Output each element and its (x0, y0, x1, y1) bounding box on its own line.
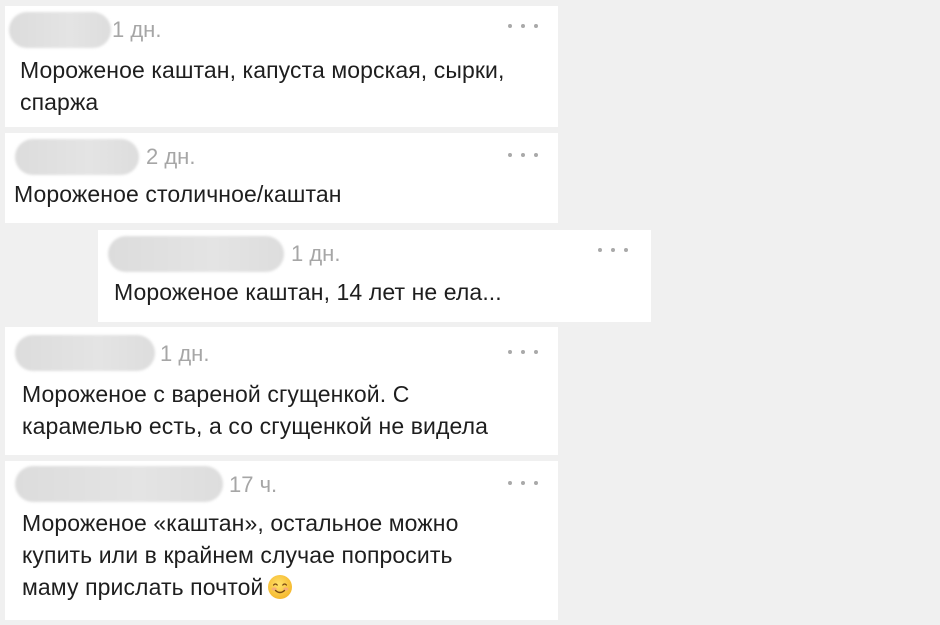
comment-text: Мороженое каштан, капуста морская, сырки… (20, 54, 550, 118)
comment-card-reply: 1 дн. Мороженое каштан, 14 лет не ела... (98, 230, 651, 322)
comment-text-line: Мороженое «каштан», остальное можно (22, 510, 459, 536)
comment-card: 1 дн. Мороженое каштан, капуста морская,… (5, 6, 558, 127)
smiling-face-emoji (267, 574, 293, 608)
comment-text-line: маму прислать почтой (22, 574, 264, 600)
author-name-blurred[interactable] (15, 335, 155, 371)
more-options-icon[interactable] (598, 240, 628, 260)
comment-text-line-with-emoji: маму прислать почтой (22, 571, 552, 608)
comment-text-line: Мороженое каштан, 14 лет не ела... (114, 279, 502, 305)
comment-text: Мороженое «каштан», остальное можно купи… (22, 507, 552, 608)
comment-timestamp: 1 дн. (160, 341, 210, 366)
comment-timestamp: 2 дн. (146, 144, 196, 169)
comment-text: Мороженое с вареной сгущенкой. С карамел… (22, 378, 552, 442)
comment-timestamp: 1 дн. (112, 17, 162, 42)
author-name-blurred[interactable] (15, 139, 139, 175)
comment-card: 17 ч. Мороженое «каштан», остальное можн… (5, 461, 558, 620)
author-name-blurred[interactable] (15, 466, 223, 502)
comment-text: Мороженое столичное/каштан (14, 178, 544, 210)
comment-text-line: спаржа (20, 89, 99, 115)
comment-text-line: Мороженое столичное/каштан (14, 181, 342, 207)
author-name-blurred[interactable] (108, 236, 284, 272)
comment-text-line: карамелью есть, а со сгущенкой не видела (22, 413, 489, 439)
more-options-icon[interactable] (508, 16, 538, 36)
comment-text-line: Мороженое каштан, капуста морская, сырки… (20, 57, 505, 83)
author-name-blurred[interactable] (9, 12, 111, 48)
comment-text-line: купить или в крайнем случае попросить (22, 542, 453, 568)
comment-timestamp: 17 ч. (229, 472, 278, 497)
more-options-icon[interactable] (508, 473, 538, 493)
comment-timestamp: 1 дн. (291, 241, 341, 266)
comment-card: 2 дн. Мороженое столичное/каштан (5, 133, 558, 223)
comment-card: 1 дн. Мороженое с вареной сгущенкой. С к… (5, 327, 558, 455)
comment-text-line: Мороженое с вареной сгущенкой. С (22, 381, 410, 407)
comment-text: Мороженое каштан, 14 лет не ела... (114, 276, 634, 308)
more-options-icon[interactable] (508, 342, 538, 362)
more-options-icon[interactable] (508, 145, 538, 165)
